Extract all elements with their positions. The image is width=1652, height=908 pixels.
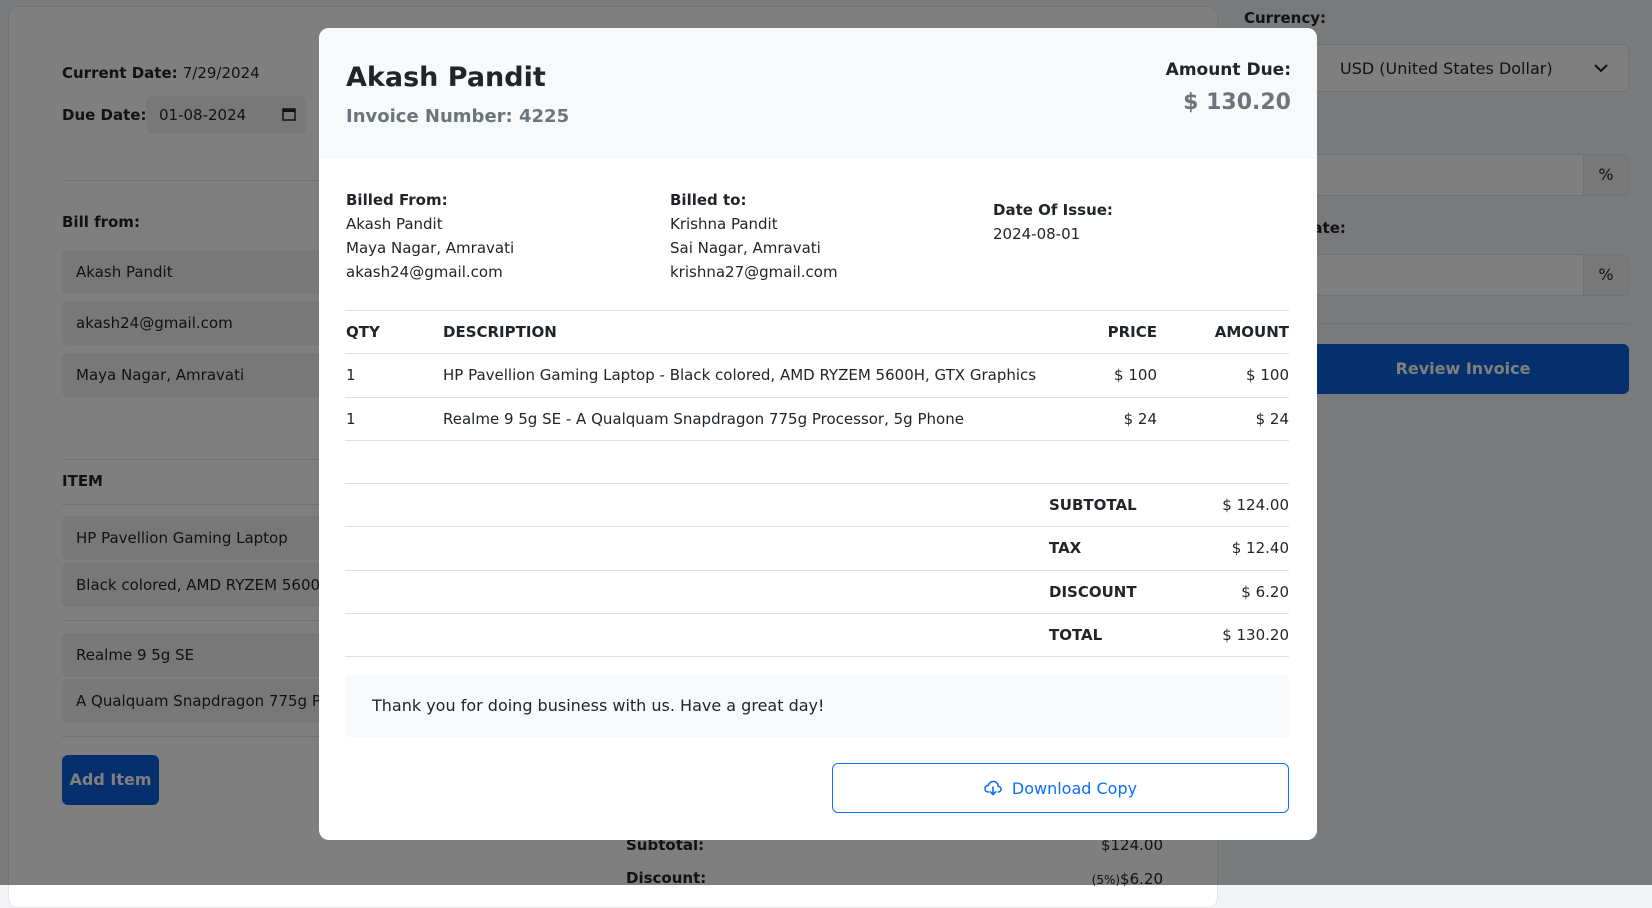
discount-label: DISCOUNT (1049, 583, 1137, 601)
row-description: HP Pavellion Gaming Laptop - Black color… (443, 366, 1037, 384)
cloud-download-icon (984, 780, 1002, 796)
thank-you-note: Thank you for doing business with us. Ha… (345, 675, 1289, 737)
amount-due-label: Amount Due: (1165, 60, 1291, 80)
modal-header: Akash Pandit Invoice Number: 4225 Amount… (319, 28, 1317, 159)
row-amount: $ 100 (1246, 366, 1289, 384)
tax-label: TAX (1049, 539, 1082, 557)
table-top-border (345, 310, 1289, 311)
issue-date-label: Date Of Issue: (993, 201, 1113, 219)
subtotal-value: $ 124.00 (1222, 496, 1289, 514)
totals-divider (345, 613, 1289, 614)
row-amount: $ 24 (1255, 410, 1289, 428)
row-description: Realme 9 5g SE - A Qualquam Snapdragon 7… (443, 410, 964, 428)
row-qty: 1 (346, 410, 356, 428)
row-divider (345, 353, 1289, 354)
row-divider (345, 397, 1289, 398)
issue-date-block: Date Of Issue: 2024-08-01 (993, 198, 1113, 246)
totals-divider (345, 526, 1289, 527)
billed-to-address: Sai Nagar, Amravati (670, 239, 821, 257)
total-label: TOTAL (1049, 626, 1103, 644)
total-value: $ 130.20 (1222, 626, 1289, 644)
totals-divider (345, 483, 1289, 484)
totals-divider (345, 656, 1289, 657)
download-copy-button[interactable]: Download Copy (832, 763, 1289, 813)
billed-from-block: Billed From: Akash Pandit Maya Nagar, Am… (346, 188, 514, 284)
invoice-number: Invoice Number: 4225 (346, 106, 570, 127)
download-copy-label: Download Copy (1011, 778, 1138, 798)
totals-divider (345, 570, 1289, 571)
billed-to-name: Krishna Pandit (670, 215, 778, 233)
amount-due-value: $ 130.20 (1183, 90, 1291, 115)
issue-date-value: 2024-08-01 (993, 225, 1081, 243)
col-header-amount: AMOUNT (1214, 323, 1289, 341)
row-price: $ 100 (1114, 366, 1157, 384)
col-header-price: PRICE (1107, 323, 1157, 341)
tax-value: $ 12.40 (1231, 539, 1289, 557)
subtotal-label: SUBTOTAL (1049, 496, 1137, 514)
billed-from-label: Billed From: (346, 191, 448, 209)
row-price: $ 24 (1123, 410, 1157, 428)
billed-from-address: Maya Nagar, Amravati (346, 239, 515, 257)
billed-to-block: Billed to: Krishna Pandit Sai Nagar, Amr… (670, 188, 838, 284)
col-header-description: DESCRIPTION (443, 323, 557, 341)
row-qty: 1 (346, 366, 356, 384)
billed-to-email: krishna27@gmail.com (670, 263, 838, 281)
billed-from-name: Akash Pandit (346, 215, 443, 233)
invoice-title: Akash Pandit (346, 62, 546, 93)
col-header-qty: QTY (346, 323, 380, 341)
invoice-preview-modal: Akash Pandit Invoice Number: 4225 Amount… (319, 28, 1317, 840)
row-divider (345, 440, 1289, 441)
billed-to-label: Billed to: (670, 191, 747, 209)
billed-from-email: akash24@gmail.com (346, 263, 503, 281)
discount-value: $ 6.20 (1241, 583, 1289, 601)
